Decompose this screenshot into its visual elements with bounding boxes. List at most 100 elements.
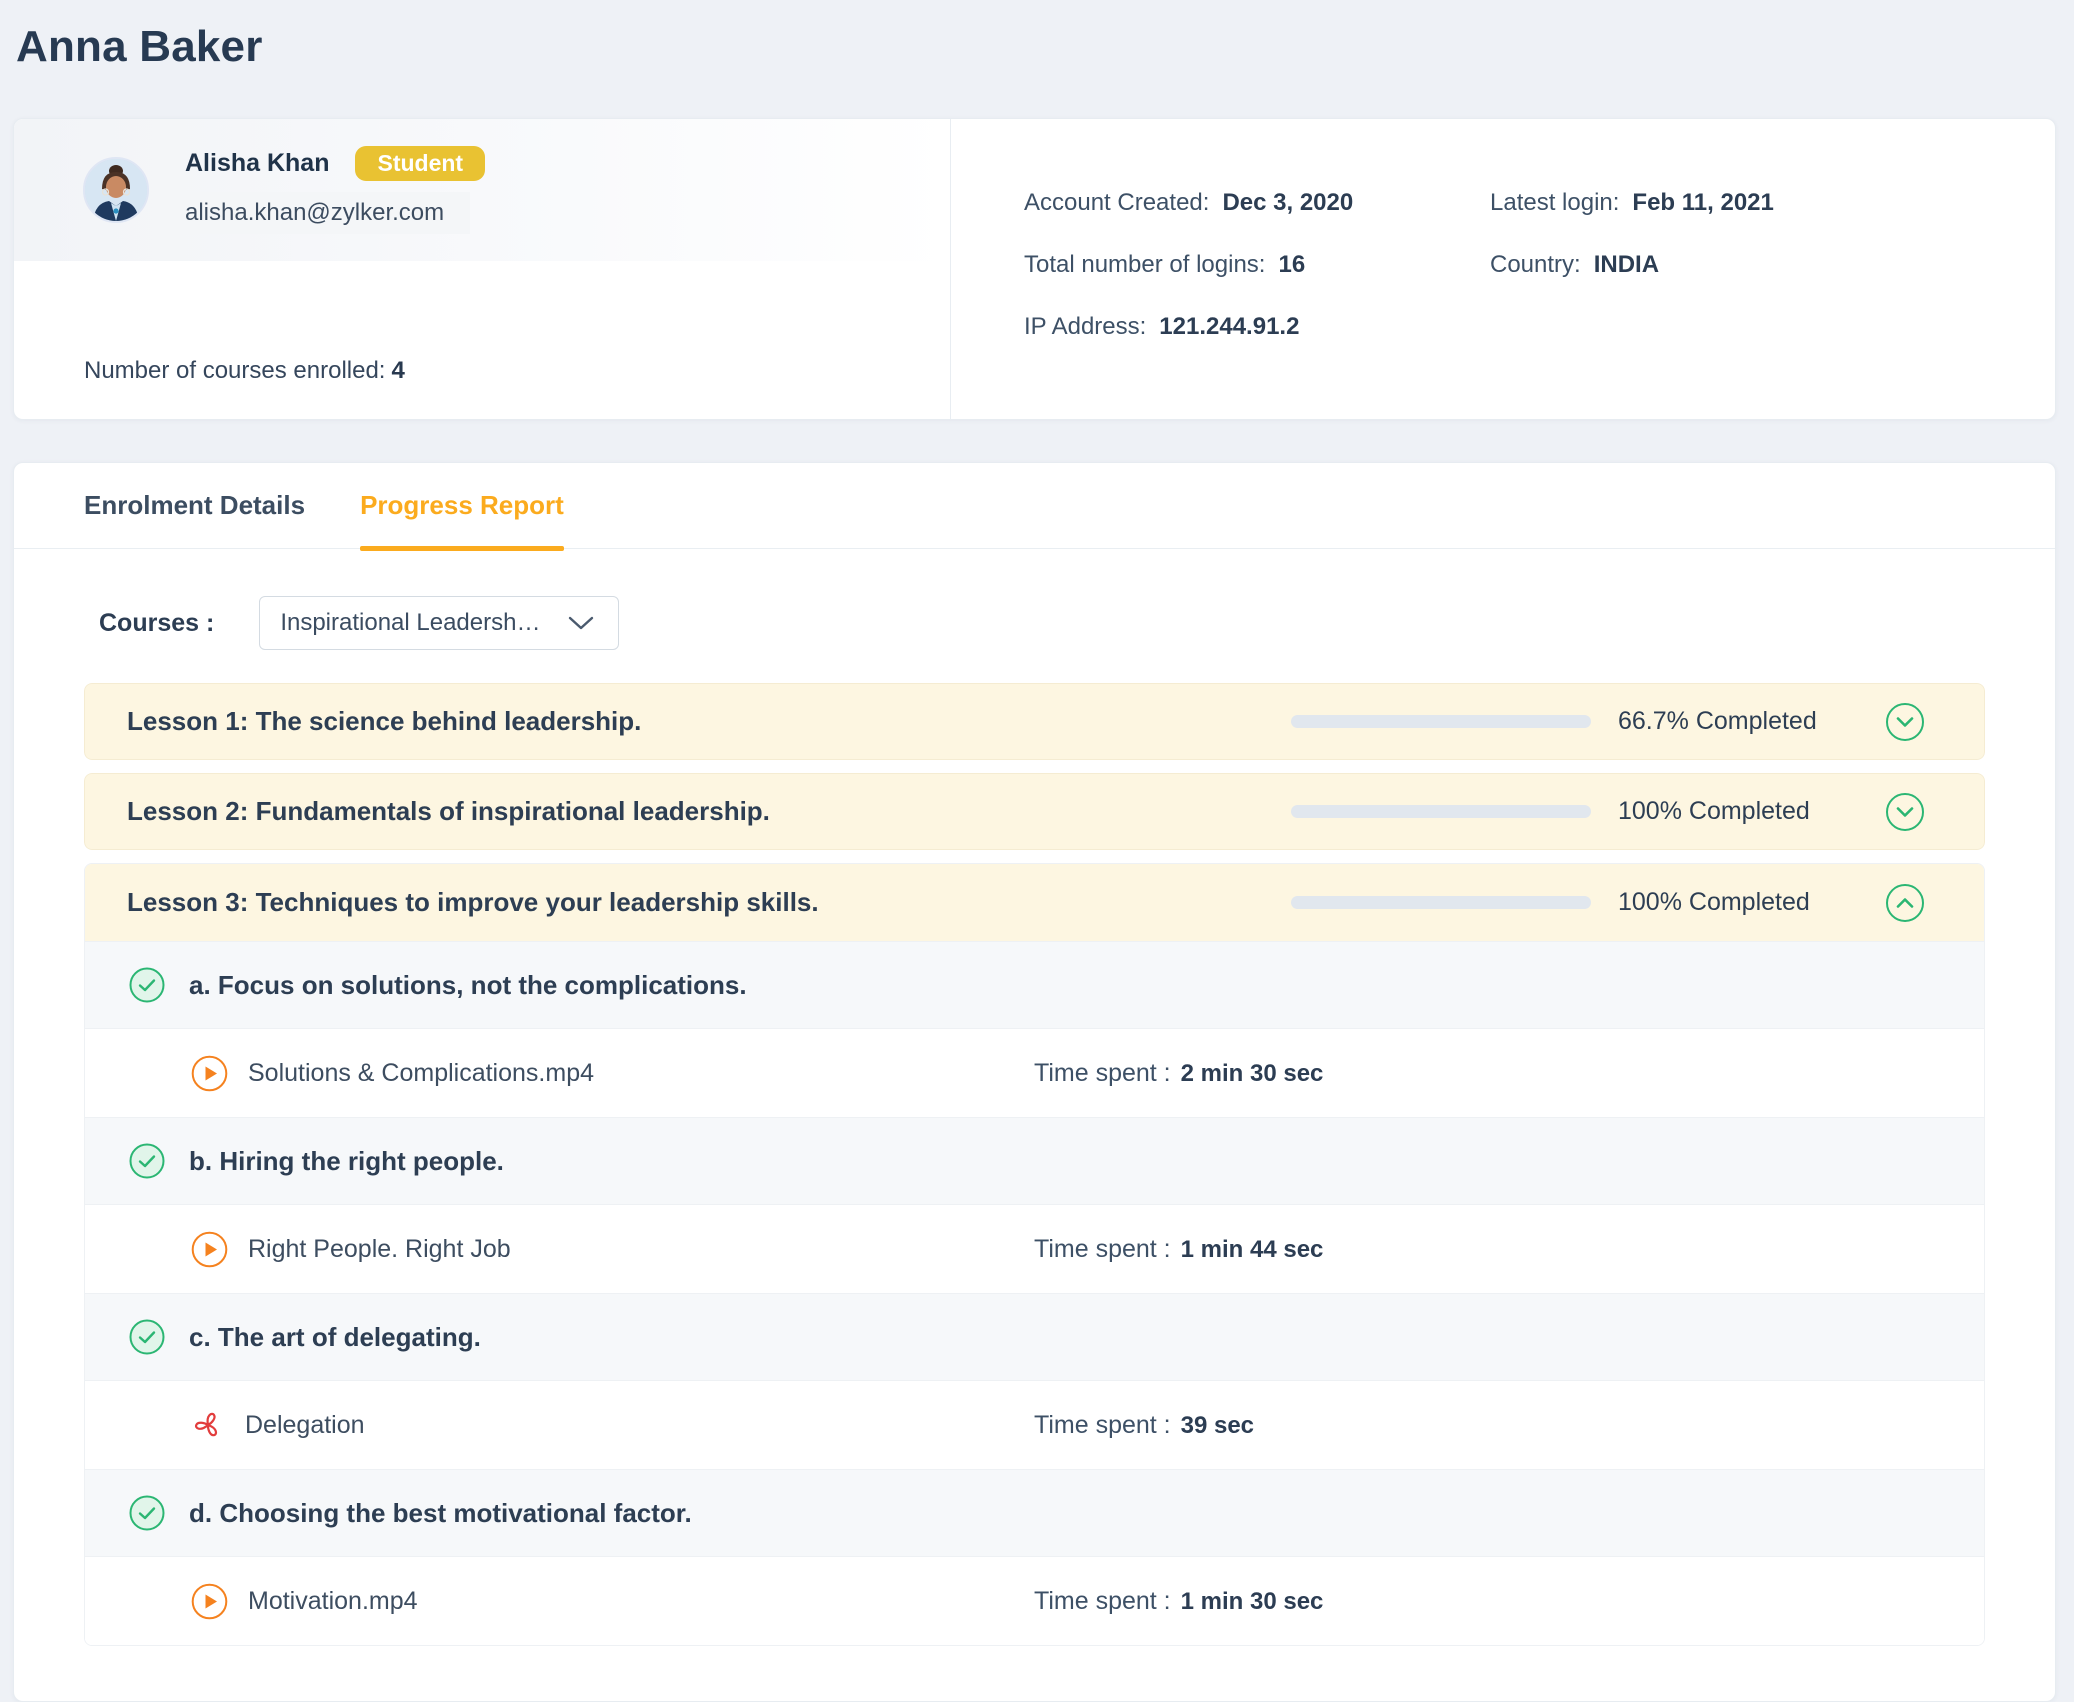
- lesson-block: Lesson 3: Techniques to improve your lea…: [84, 863, 1985, 1646]
- lesson-body: a. Focus on solutions, not the complicat…: [85, 941, 1984, 1645]
- time-spent: Time spent : 1 min 30 sec: [1034, 1587, 1323, 1616]
- play-video-icon[interactable]: [191, 1583, 228, 1620]
- lesson-list: Lesson 1: The science behind leadership.…: [84, 683, 1985, 1646]
- account-info-value: INDIA: [1594, 251, 1659, 279]
- time-spent-label: Time spent :: [1034, 1059, 1171, 1088]
- role-badge: Student: [355, 146, 485, 182]
- account-info-value: 121.244.91.2: [1159, 313, 1299, 341]
- profile-left-pane: Alisha Khan Student alisha.khan@zylker.c…: [14, 119, 950, 419]
- play-video-icon[interactable]: [191, 1583, 228, 1620]
- topic-title: d. Choosing the best motivational factor…: [189, 1498, 692, 1529]
- account-info-label: IP Address:: [1024, 313, 1146, 341]
- account-info-item: IP Address: 121.244.91.2: [1024, 313, 1490, 341]
- play-video-icon[interactable]: [191, 1231, 228, 1268]
- tabstrip: Enrolment Details Progress Report: [14, 463, 2055, 549]
- topic-title: c. The art of delegating.: [189, 1322, 481, 1353]
- resource-name[interactable]: Solutions & Complications.mp4: [248, 1059, 594, 1088]
- tab-progress-report[interactable]: Progress Report: [360, 463, 564, 549]
- resource-name[interactable]: Delegation: [245, 1411, 365, 1440]
- lesson-header-row[interactable]: Lesson 1: The science behind leadership.…: [84, 683, 1985, 760]
- lesson-block: Lesson 2: Fundamentals of inspirational …: [84, 773, 1985, 850]
- lesson-progress-label: 100% Completed: [1618, 797, 1886, 826]
- user-name: Alisha Khan: [185, 149, 329, 178]
- time-spent: Time spent : 1 min 44 sec: [1034, 1235, 1323, 1264]
- user-email: alisha.khan@zylker.com: [185, 192, 470, 234]
- avatar-illustration: [85, 159, 147, 221]
- resource-name[interactable]: Motivation.mp4: [248, 1587, 418, 1616]
- pdf-file-icon[interactable]: [191, 1408, 225, 1442]
- topic-row: b. Hiring the right people.: [85, 1117, 1984, 1205]
- time-spent-label: Time spent :: [1034, 1411, 1171, 1440]
- lesson-title: Lesson 1: The science behind leadership.: [127, 706, 1291, 737]
- courses-filter-row: Courses : Inspirational Leadersh…: [99, 596, 2055, 650]
- account-info-item: Country: INDIA: [1490, 251, 1659, 279]
- account-info-label: Latest login:: [1490, 189, 1619, 217]
- time-spent-label: Time spent :: [1034, 1587, 1171, 1616]
- lesson-expand-button[interactable]: [1886, 793, 1924, 831]
- play-video-icon[interactable]: [191, 1055, 228, 1092]
- account-info-pane: Account Created: Dec 3, 2020 Latest logi…: [950, 119, 2055, 419]
- course-select-value: Inspirational Leadersh…: [280, 609, 540, 637]
- account-info-value: Feb 11, 2021: [1632, 189, 1773, 217]
- time-spent-value: 39 sec: [1181, 1412, 1254, 1440]
- lesson-header-row[interactable]: Lesson 3: Techniques to improve your lea…: [85, 864, 1984, 941]
- account-info-row: IP Address: 121.244.91.2: [1024, 313, 2055, 341]
- account-info-item: Total number of logins: 16: [1024, 251, 1490, 279]
- topic-title: b. Hiring the right people.: [189, 1146, 504, 1177]
- topic-row: d. Choosing the best motivational factor…: [85, 1469, 1984, 1557]
- lesson-title: Lesson 3: Techniques to improve your lea…: [127, 887, 1291, 918]
- resource-name[interactable]: Right People. Right Job: [248, 1235, 511, 1264]
- report-card: Enrolment Details Progress Report Courses…: [13, 462, 2056, 1702]
- account-info-item: Latest login: Feb 11, 2021: [1490, 189, 1774, 217]
- topic-row: c. The art of delegating.: [85, 1293, 1984, 1381]
- time-spent-value: 2 min 30 sec: [1181, 1060, 1324, 1088]
- courses-filter-label: Courses :: [99, 609, 214, 638]
- completed-check-icon: [129, 1143, 165, 1179]
- tab-enrolment-details[interactable]: Enrolment Details: [84, 463, 305, 549]
- account-info-item: Account Created: Dec 3, 2020: [1024, 189, 1490, 217]
- resource-row: Solutions & Complications.mp4 Time spent…: [85, 1029, 1984, 1117]
- lesson-progress-bar: [1291, 805, 1591, 818]
- resource-row: Right People. Right Job Time spent : 1 m…: [85, 1205, 1984, 1293]
- time-spent: Time spent : 39 sec: [1034, 1411, 1254, 1440]
- time-spent: Time spent : 2 min 30 sec: [1034, 1059, 1323, 1088]
- profile-card: Alisha Khan Student alisha.khan@zylker.c…: [13, 118, 2056, 420]
- page-title: Anna Baker: [16, 22, 263, 72]
- account-info-value: Dec 3, 2020: [1222, 189, 1353, 217]
- lesson-expand-button[interactable]: [1886, 884, 1924, 922]
- chevron-down-icon: [1895, 716, 1915, 728]
- resource-row: Motivation.mp4 Time spent : 1 min 30 sec: [85, 1557, 1984, 1645]
- completed-check-icon: [129, 967, 165, 1003]
- lesson-header-row[interactable]: Lesson 2: Fundamentals of inspirational …: [84, 773, 1985, 850]
- lesson-progress-label: 100% Completed: [1618, 888, 1886, 917]
- time-spent-label: Time spent :: [1034, 1235, 1171, 1264]
- avatar: [83, 157, 149, 223]
- lesson-progress-bar: [1291, 715, 1591, 728]
- resource-row: Delegation Time spent : 39 sec: [85, 1381, 1984, 1469]
- account-info-value: 16: [1278, 251, 1305, 279]
- play-video-icon[interactable]: [191, 1231, 228, 1268]
- lesson-expand-button[interactable]: [1886, 703, 1924, 741]
- account-info-label: Total number of logins:: [1024, 251, 1265, 279]
- lesson-progress-bar: [1291, 896, 1591, 909]
- chevron-up-icon: [1895, 897, 1915, 909]
- time-spent-value: 1 min 44 sec: [1181, 1236, 1324, 1264]
- chevron-down-icon: [1895, 806, 1915, 818]
- completed-check-icon: [129, 1319, 165, 1355]
- account-info-row: Account Created: Dec 3, 2020 Latest logi…: [1024, 189, 2055, 217]
- courses-enrolled-value: 4: [391, 357, 404, 384]
- completed-check-icon: [129, 1495, 165, 1531]
- course-select-dropdown[interactable]: Inspirational Leadersh…: [259, 596, 619, 650]
- topic-title: a. Focus on solutions, not the complicat…: [189, 970, 747, 1001]
- account-info-row: Total number of logins: 16 Country: INDI…: [1024, 251, 2055, 279]
- lesson-progress-label: 66.7% Completed: [1618, 707, 1886, 736]
- pdf-file-icon[interactable]: [191, 1408, 225, 1442]
- lesson-title: Lesson 2: Fundamentals of inspirational …: [127, 796, 1291, 827]
- play-video-icon[interactable]: [191, 1055, 228, 1092]
- lesson-block: Lesson 1: The science behind leadership.…: [84, 683, 1985, 760]
- courses-enrolled: Number of courses enrolled:4: [84, 357, 405, 385]
- account-info-label: Account Created:: [1024, 189, 1209, 217]
- topic-row: a. Focus on solutions, not the complicat…: [85, 941, 1984, 1029]
- chevron-down-icon: [568, 615, 594, 631]
- identity-block: Alisha Khan Student alisha.khan@zylker.c…: [14, 119, 950, 261]
